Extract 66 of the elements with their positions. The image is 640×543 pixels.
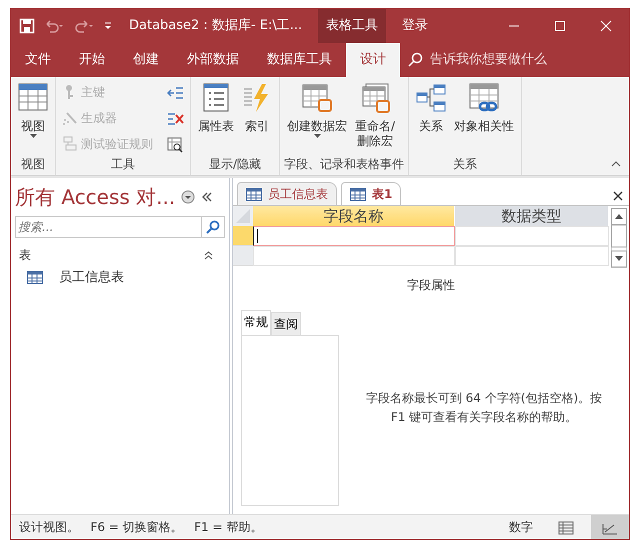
sign-in-link[interactable]: 登录 <box>402 16 428 36</box>
macro-icon <box>302 83 332 113</box>
data-type-input[interactable] <box>455 246 609 266</box>
column-header[interactable]: 数据类型 <box>455 206 609 226</box>
group-label: 工具 <box>110 156 136 173</box>
search-icon[interactable] <box>408 52 424 68</box>
property-tab[interactable]: 常规 <box>241 310 271 335</box>
delete-rows-icon[interactable] <box>167 110 184 127</box>
ribbon-button[interactable]: 创建数据宏 <box>284 81 350 155</box>
ribbon-tab[interactable]: 开始 <box>65 43 119 77</box>
tell-me-field[interactable]: 告诉我你想要做什么 <box>428 49 578 71</box>
window-title: Database2 : 数据库- E:\工... <box>129 17 302 36</box>
ribbon-tab[interactable]: 文件 <box>11 43 65 77</box>
table-icon <box>350 188 366 200</box>
insert-rows-icon[interactable] <box>167 84 184 101</box>
ribbon-tab[interactable]: 设计 <box>346 43 400 77</box>
table-view-icon <box>18 83 48 113</box>
data-type-input[interactable] <box>455 226 609 246</box>
column-header[interactable]: 字段名称 <box>253 206 455 226</box>
dropdown-circle-icon[interactable] <box>181 190 196 204</box>
search-field[interactable]: 搜索... <box>15 216 202 238</box>
field-name-input[interactable] <box>253 226 455 246</box>
nav-item[interactable]: 员工信息表 <box>11 268 229 288</box>
group-label: 显示/隐藏 <box>208 156 262 173</box>
section-header[interactable]: 表 <box>19 246 31 264</box>
rename-macro-icon <box>360 83 390 113</box>
group-label: 字段、记录和表格事件 <box>284 156 404 173</box>
redo-icon[interactable] <box>73 18 95 34</box>
collapse-section-icon[interactable] <box>204 250 213 260</box>
group-label: 视图 <box>20 156 46 173</box>
collapse-ribbon-icon[interactable] <box>611 161 621 167</box>
ribbon-button[interactable]: 索引 <box>239 81 275 155</box>
document-tab[interactable]: 表1 <box>341 182 402 205</box>
collapse-pane-icon[interactable] <box>201 191 214 203</box>
datasheet-view-icon[interactable] <box>558 520 574 535</box>
property-sheet-icon <box>201 83 231 113</box>
table-icon <box>246 188 262 200</box>
status-text: 设计视图。 F6 = 切换窗格。 F1 = 帮助。 <box>18 519 262 536</box>
property-tab[interactable]: 查阅 <box>271 312 301 335</box>
help-text: 字段名称最长可到 64 个字符(包括空格)。按 F1 键可查看有关字段名称的帮助。 <box>364 390 604 426</box>
group-label: 关系 <box>452 156 478 173</box>
ribbon-tab[interactable]: 外部数据 <box>173 43 253 77</box>
ribbon-button[interactable]: 重命名/ 删除宏 <box>352 81 398 155</box>
save-icon[interactable] <box>19 18 35 34</box>
relationships-icon <box>416 83 446 113</box>
ribbon-button[interactable]: 关系 <box>413 81 449 155</box>
table-search-icon[interactable] <box>167 136 184 153</box>
ribbon-button[interactable]: 对象相关性 <box>451 81 517 155</box>
ribbon-tab[interactable]: 数据库工具 <box>253 43 346 77</box>
close-icon[interactable] <box>612 190 624 202</box>
scrollbar[interactable] <box>611 208 627 268</box>
status-mode: 数字 <box>509 519 533 536</box>
table-icon <box>27 271 43 284</box>
contextual-tab-label: 表格工具 <box>318 9 386 43</box>
wand-icon <box>62 110 78 126</box>
search-icon[interactable] <box>206 220 220 234</box>
dropdown-caret-icon <box>30 134 36 138</box>
ribbon-button[interactable]: 视图 <box>15 81 51 155</box>
ribbon-tab[interactable]: 创建 <box>119 43 173 77</box>
document-tab[interactable]: 员工信息表 <box>237 182 337 205</box>
dependencies-icon <box>469 83 499 113</box>
nav-pane-title: 所有 Access 对... <box>15 184 176 211</box>
validation-icon <box>62 136 78 152</box>
dropdown-caret-icon <box>314 134 320 138</box>
ribbon-button[interactable]: 属性表 <box>195 81 237 155</box>
section-title: 字段属性 <box>406 277 456 294</box>
